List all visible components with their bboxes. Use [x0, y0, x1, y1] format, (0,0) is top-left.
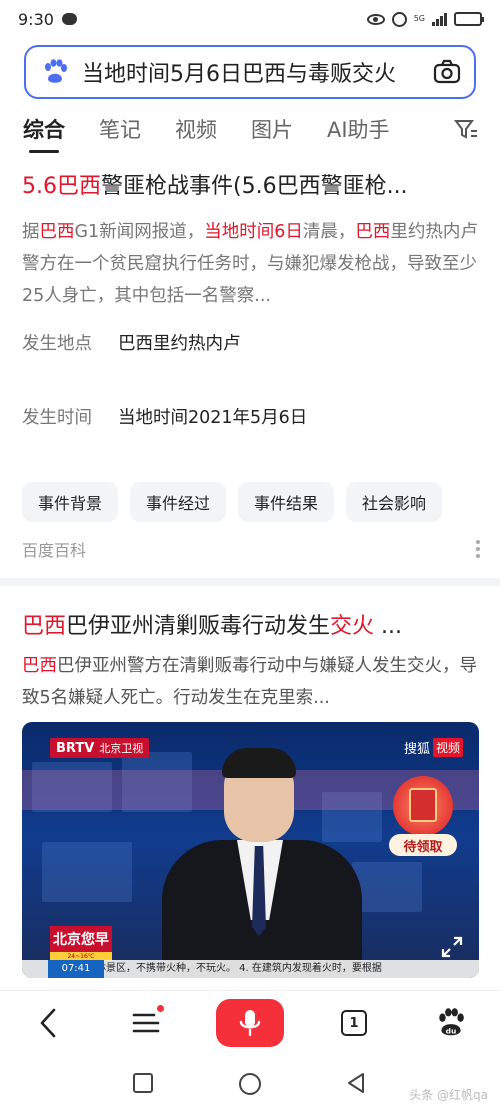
video-thumbnail[interactable]: BRTV 北京卫视 搜狐 视频 待领取 北京您早 24~16℃ 上山林景区，不携带火…	[22, 722, 479, 978]
news-anchor-hair	[222, 748, 296, 778]
time-value: 当地时间2021年5月6日	[118, 408, 308, 428]
system-back-icon[interactable]	[345, 1072, 367, 1094]
tab-videos[interactable]: 视频	[175, 114, 217, 144]
status-time: 9:30	[18, 9, 54, 29]
title-text: 巴伊亚州清剿贩毒行动发生	[66, 614, 331, 639]
microphone-icon	[239, 1010, 261, 1037]
source-label: 百度百科	[22, 541, 87, 560]
fullscreen-icon[interactable]	[441, 936, 463, 958]
tab-count: 1	[341, 1010, 367, 1036]
network-type-label: 5G	[413, 14, 425, 23]
notification-dot	[157, 1005, 164, 1012]
channel-logo-text: BRTV	[56, 740, 95, 756]
home-icon[interactable]	[238, 1072, 262, 1096]
section-divider	[0, 578, 500, 586]
result-title[interactable]: 5.6巴西警匪枪战事件(5.6巴西警匪枪...	[22, 168, 480, 200]
tab-notes[interactable]: 笔记	[99, 114, 141, 144]
abstract-text: 据	[22, 222, 40, 242]
more-options-icon[interactable]	[476, 540, 480, 558]
chip-background[interactable]: 事件背景	[22, 482, 119, 522]
result-abstract[interactable]: 据巴西G1新闻网报道，当地时间6日清晨，巴西里约热内卢警方在一个贫民窟执行任务时…	[22, 216, 478, 312]
envelope-icon	[409, 788, 437, 822]
baidu-paw-icon: du	[439, 1008, 464, 1036]
wechat-notification-icon	[61, 13, 77, 25]
abstract-highlight: 巴西	[22, 656, 57, 676]
chip-process[interactable]: 事件经过	[130, 482, 227, 522]
channel-logo: BRTV 北京卫视	[50, 738, 150, 758]
location-value: 巴西里约热内卢	[118, 334, 241, 354]
recent-apps-icon[interactable]	[132, 1072, 154, 1094]
channel-name: 北京卫视	[99, 742, 144, 755]
time-label: 发生时间	[22, 408, 92, 428]
abstract-highlight: 巴西	[355, 222, 391, 242]
ticker-time: 07:41	[48, 960, 104, 978]
svg-text:du: du	[446, 1027, 457, 1036]
red-packet-widget[interactable]: 待领取	[389, 776, 457, 856]
platform-tag: 视频	[432, 738, 463, 757]
tab-switcher-button[interactable]: 1	[334, 991, 374, 1055]
abstract-highlight: 当地时间6日	[204, 222, 303, 242]
system-navigation-bar: 头条 @红帆qa	[0, 1058, 500, 1111]
status-bar: 9:30 5G	[0, 0, 500, 38]
tab-images[interactable]: 图片	[251, 114, 293, 144]
search-input[interactable]: 当地时间5月6日巴西与毒贩交火	[82, 56, 422, 88]
bottom-navigation: 1 du	[0, 990, 500, 1054]
baidu-paw-icon[interactable]	[40, 57, 70, 87]
back-arrow-icon	[40, 1008, 56, 1038]
topic-chips: 事件背景 事件经过 事件结果 社会影响	[22, 482, 443, 522]
tab-ai-assistant[interactable]: AI助手	[327, 114, 390, 144]
abstract-text: 巴伊亚州警方在清剿贩毒行动中与嫌疑人发生交火，导致5名嫌疑人死亡。行动发生在克里…	[22, 656, 477, 708]
watermark: 头条 @红帆qa	[409, 1088, 488, 1102]
result-abstract[interactable]: 巴西巴伊亚州警方在清剿贩毒行动中与嫌疑人发生交火，导致5名嫌疑人死亡。行动发生在…	[22, 650, 478, 714]
menu-icon	[132, 1013, 160, 1033]
tab-comprehensive[interactable]: 综合	[23, 114, 65, 153]
red-packet-label: 待领取	[389, 834, 457, 856]
result-title[interactable]: 巴西巴伊亚州清剿贩毒行动发生交火 ...	[22, 608, 480, 640]
search-tabs: 综合 笔记 视频 图片 AI助手	[0, 108, 500, 153]
title-text: 警匪枪战事件(5.6巴西警匪枪...	[101, 174, 408, 199]
title-highlight: 交火	[330, 614, 375, 639]
status-icons: 5G	[366, 11, 484, 27]
title-highlight: 巴西	[22, 614, 67, 639]
filter-icon[interactable]	[454, 118, 478, 140]
camera-icon[interactable]	[432, 57, 462, 87]
abstract-text: 清晨，	[302, 222, 356, 242]
platform-logo: 搜狐 视频	[404, 738, 463, 757]
eye-comfort-icon	[366, 13, 385, 25]
platform-name: 搜狐	[403, 742, 430, 757]
location-label: 发生地点	[22, 334, 92, 354]
battery-icon	[454, 12, 484, 26]
alarm-icon	[391, 11, 407, 27]
back-button[interactable]	[28, 991, 68, 1055]
title-highlight: 5.6巴西	[22, 174, 101, 199]
menu-button[interactable]	[126, 991, 166, 1055]
chip-result[interactable]: 事件结果	[238, 482, 335, 522]
baidu-home-button[interactable]: du	[430, 991, 472, 1055]
title-text: ...	[374, 614, 403, 639]
chip-impact[interactable]: 社会影响	[346, 482, 443, 522]
program-logo: 北京您早	[50, 926, 112, 952]
search-bar[interactable]: 当地时间5月6日巴西与毒贩交火	[24, 45, 476, 99]
abstract-highlight: 巴西	[39, 222, 75, 242]
voice-search-button[interactable]	[216, 999, 284, 1047]
abstract-text: G1新闻网报道，	[74, 222, 205, 242]
signal-strength-icon	[432, 12, 447, 26]
